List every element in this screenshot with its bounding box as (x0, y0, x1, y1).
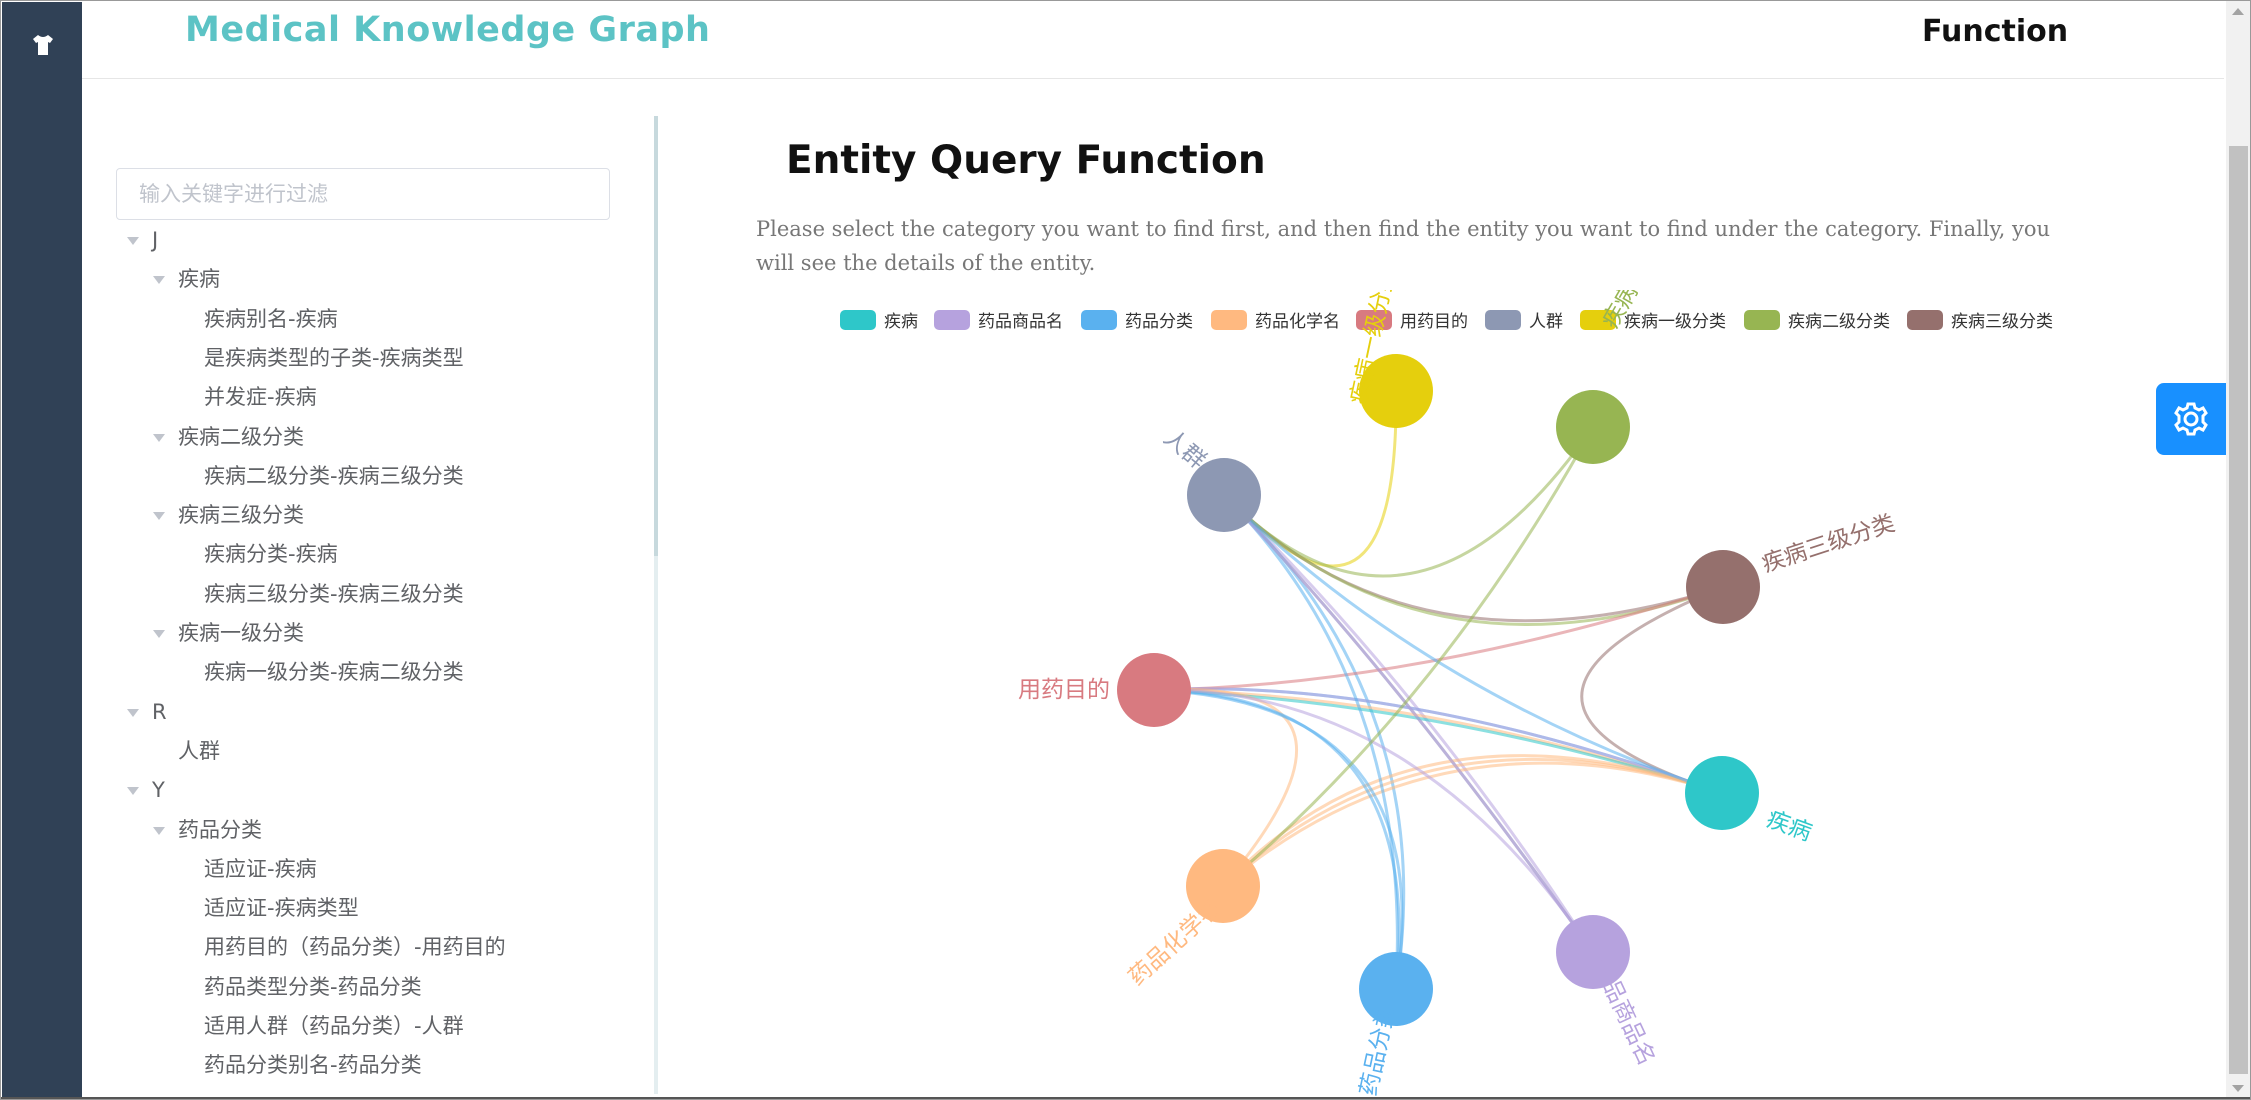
function-menu[interactable]: Function (1922, 14, 2068, 49)
legend-label[interactable]: 药品商品名 (978, 312, 1063, 332)
tree-node[interactable]: 药品分类 (178, 815, 262, 845)
expand-caret-icon[interactable] (153, 512, 165, 521)
graph-edge (1153, 687, 1723, 795)
legend-swatch[interactable] (934, 310, 970, 330)
graph-node[interactable] (1556, 390, 1630, 464)
tree-node[interactable]: 用药目的（药品分类）-用药目的 (204, 932, 506, 962)
graph-node-label[interactable]: 药品分类 (1356, 1003, 1401, 1098)
tree-node[interactable]: 疾病分类-疾病 (204, 539, 338, 569)
tree-node[interactable]: 适应证-疾病 (204, 854, 317, 884)
graph-node[interactable] (1686, 550, 1760, 624)
graph-node-label[interactable]: 疾病 (1763, 806, 1815, 846)
graph-edge (1222, 493, 1595, 953)
tree-node[interactable]: 并发症-疾病 (204, 382, 317, 412)
tree-node[interactable]: 疾病三级分类-疾病三级分类 (204, 579, 464, 609)
app-window: Medical Knowledge Graph Function J疾病疾病别名… (0, 0, 2251, 1100)
tree-node[interactable]: 疾病二级分类-疾病三级分类 (204, 461, 464, 491)
gear-icon (2174, 402, 2208, 436)
tree-node[interactable]: 疾病一级分类-疾病二级分类 (204, 657, 464, 687)
graph-node-label[interactable]: 用药目的 (1018, 677, 1110, 703)
legend-label[interactable]: 人群 (1529, 312, 1563, 332)
tree-node[interactable]: 适应证-疾病类型 (204, 893, 359, 923)
legend-label[interactable]: 用药目的 (1400, 312, 1468, 332)
tree-node[interactable]: 人群 (178, 736, 220, 766)
tree-node[interactable]: J (152, 225, 158, 255)
sidebar (2, 2, 82, 1098)
tree-node[interactable]: 疾病三级分类 (178, 500, 304, 530)
graph-edge (1222, 493, 1406, 990)
page-title: Entity Query Function (786, 138, 1266, 183)
graph-node[interactable] (1685, 756, 1759, 830)
scroll-down-arrow-icon[interactable] (2232, 1085, 2244, 1092)
page-scrollbar-thumb[interactable] (2229, 146, 2248, 1074)
graph-edge (1222, 761, 1723, 888)
filter-input[interactable] (116, 168, 610, 220)
legend-swatch[interactable] (1907, 310, 1943, 330)
settings-button[interactable] (2156, 383, 2226, 455)
tree-panel: J 疾病疾病别名-疾病是疾病类型的子类-疾病类型并发症-疾病疾病二级分类疾病二级分… (82, 79, 662, 1100)
graph-node-label[interactable]: 疾病三级分类 (1759, 510, 1898, 577)
expand-caret-icon[interactable] (153, 826, 165, 835)
graph-node-label[interactable]: 药品化学名 (1124, 895, 1227, 991)
graph-edge (1222, 493, 1595, 953)
expand-caret-icon[interactable] (153, 276, 165, 285)
legend-label[interactable]: 疾病二级分类 (1788, 312, 1890, 332)
legend-swatch[interactable] (1211, 310, 1247, 330)
graph-edge (1153, 585, 1724, 692)
page-description: Please select the category you want to f… (756, 217, 2051, 275)
legend-label[interactable]: 药品分类 (1125, 312, 1193, 332)
tree-node[interactable]: 疾病二级分类 (178, 422, 304, 452)
legend-swatch[interactable] (840, 310, 876, 330)
graph-node[interactable] (1117, 653, 1191, 727)
tree-node[interactable]: 适用人群（药品分类）-人群 (204, 1011, 464, 1041)
legend-label[interactable]: 药品化学名 (1255, 312, 1340, 332)
graph-edge (1221, 754, 1723, 888)
expand-caret-icon[interactable] (153, 630, 165, 638)
legend-label[interactable]: 疾病 (884, 312, 918, 332)
expand-caret-icon[interactable] (127, 237, 139, 245)
tree-scrollbar-thumb[interactable] (654, 116, 658, 556)
graph-edge (1222, 493, 1724, 623)
scroll-up-arrow-icon[interactable] (2232, 8, 2244, 15)
graph-edge (1153, 687, 1723, 795)
tree-node[interactable]: Y (152, 775, 165, 805)
tree-node[interactable]: 药品类型分类-药品分类 (204, 972, 422, 1002)
legend-swatch[interactable] (1744, 310, 1780, 330)
legend-swatch[interactable] (1485, 310, 1521, 330)
tree-node[interactable]: 是疾病类型的子类-疾病类型 (204, 343, 464, 373)
legend-swatch[interactable] (1081, 310, 1117, 330)
legend-label[interactable]: 疾病一级分类 (1624, 312, 1726, 332)
tree-node[interactable]: R (152, 697, 167, 727)
graph-edge (1222, 493, 1595, 953)
brand-title[interactable]: Medical Knowledge Graph (185, 10, 710, 50)
tree-node[interactable]: 疾病一级分类 (178, 618, 304, 648)
tree-node[interactable]: 药品分类别名-药品分类 (204, 1050, 422, 1080)
knowledge-graph[interactable]: 疾病 药品商品名 药品分类 药品化学名 用药目的 人群 疾病一级分类 疾病二级分类 疾病三级分类… (760, 290, 2090, 1100)
expand-caret-icon[interactable] (127, 787, 139, 796)
graph-edge (1222, 493, 1723, 795)
legend-label[interactable]: 疾病三级分类 (1951, 312, 2053, 332)
tree-node[interactable]: 疾病别名-疾病 (204, 304, 338, 334)
tree-node[interactable]: 疾病 (178, 264, 220, 294)
shirt-icon[interactable] (30, 32, 56, 58)
graph-edge (1222, 493, 1724, 626)
expand-caret-icon[interactable] (127, 708, 139, 717)
expand-caret-icon[interactable] (153, 433, 165, 442)
